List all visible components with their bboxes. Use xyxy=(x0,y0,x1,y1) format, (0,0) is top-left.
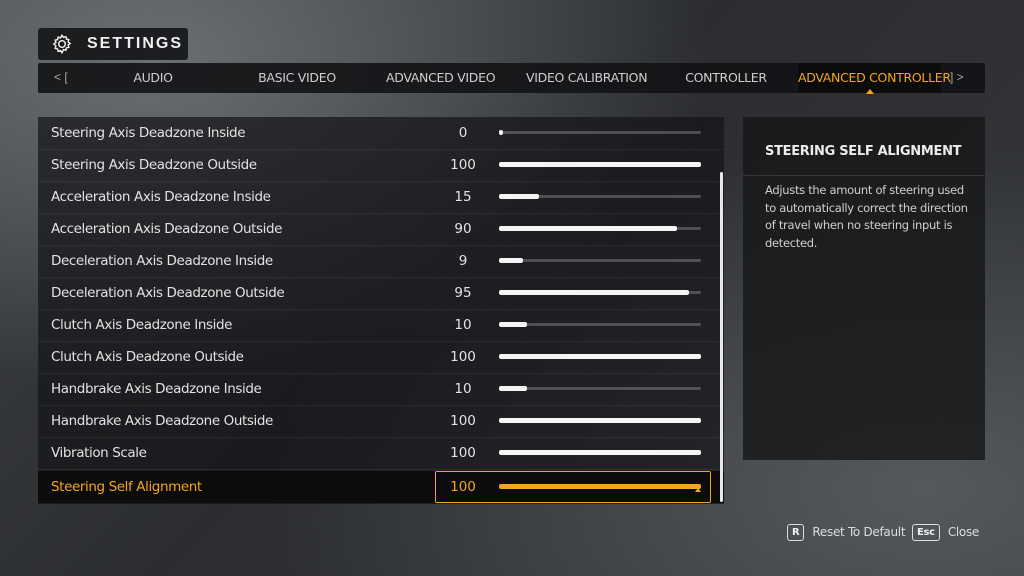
setting-slider[interactable] xyxy=(499,450,701,455)
description-title: STEERING SELF ALIGNMENT xyxy=(765,144,962,159)
setting-label: Handbrake Axis Deadzone Inside xyxy=(51,381,262,397)
setting-value: 100 xyxy=(450,413,476,429)
setting-label: Steering Axis Deadzone Outside xyxy=(51,157,257,173)
tab-advanced-controller[interactable]: ADVANCED CONTROLLER xyxy=(798,63,951,94)
setting-row-steering-deadzone-outside[interactable]: Steering Axis Deadzone Outside 100 xyxy=(38,149,724,182)
setting-label: Vibration Scale xyxy=(51,445,147,461)
tab-controller[interactable]: CONTROLLER xyxy=(682,63,770,93)
setting-row-handbrake-deadzone-outside[interactable]: Handbrake Axis Deadzone Outside 100 xyxy=(38,405,724,438)
slider-fill xyxy=(499,450,701,455)
setting-value: 100 xyxy=(450,157,476,173)
setting-row-steering-deadzone-inside[interactable]: Steering Axis Deadzone Inside 0 xyxy=(38,117,724,150)
tab-basic-video[interactable]: BASIC VIDEO xyxy=(250,63,344,93)
setting-value: 10 xyxy=(454,381,472,397)
slider-fill xyxy=(499,162,701,167)
setting-slider[interactable] xyxy=(499,322,701,327)
setting-slider[interactable] xyxy=(499,226,701,231)
setting-label: Steering Self Alignment xyxy=(51,479,202,495)
setting-row-deceleration-deadzone-outside[interactable]: Deceleration Axis Deadzone Outside 95 xyxy=(38,277,724,310)
slider-fill xyxy=(499,258,524,263)
slider-fill xyxy=(499,386,528,391)
setting-label: Deceleration Axis Deadzone Outside xyxy=(51,285,285,301)
setting-row-vibration-scale[interactable]: Vibration Scale 100 xyxy=(38,437,724,470)
description-text: Adjusts the amount of steering used to a… xyxy=(765,183,968,250)
gear-icon xyxy=(52,33,72,55)
slider-marker-icon xyxy=(695,488,701,492)
setting-label: Acceleration Axis Deadzone Outside xyxy=(51,221,283,237)
setting-row-acceleration-deadzone-inside[interactable]: Acceleration Axis Deadzone Inside 15 xyxy=(38,181,724,214)
setting-label: Steering Axis Deadzone Inside xyxy=(51,125,246,141)
setting-slider[interactable] xyxy=(499,484,701,489)
slider-fill xyxy=(499,484,701,489)
esc-key-icon: Esc xyxy=(912,523,940,541)
setting-row-acceleration-deadzone-outside[interactable]: Acceleration Axis Deadzone Outside 90 xyxy=(38,213,724,246)
setting-slider[interactable] xyxy=(499,162,701,167)
setting-label: Clutch Axis Deadzone Outside xyxy=(51,349,244,365)
setting-value: 100 xyxy=(450,445,476,461)
setting-row-clutch-deadzone-outside[interactable]: Clutch Axis Deadzone Outside 100 xyxy=(38,341,724,374)
tab-bar: < [ AUDIO BASIC VIDEO ADVANCED VIDEO VID… xyxy=(38,63,985,94)
tab-audio[interactable]: AUDIO xyxy=(116,63,190,93)
slider-fill xyxy=(499,290,689,295)
close-label: Close xyxy=(947,525,980,539)
setting-value: 15 xyxy=(454,189,472,205)
setting-label: Deceleration Axis Deadzone Inside xyxy=(51,253,273,269)
setting-value: 0 xyxy=(458,125,468,141)
reset-label: Reset To Default xyxy=(812,525,906,539)
slider-fill xyxy=(499,354,701,359)
setting-value: 10 xyxy=(454,317,472,333)
setting-row-clutch-deadzone-inside[interactable]: Clutch Axis Deadzone Inside 10 xyxy=(38,309,724,342)
setting-row-steering-self-alignment[interactable]: Steering Self Alignment 100 xyxy=(38,471,724,503)
slider-fill xyxy=(499,418,701,423)
tab-advanced-controller-label: ADVANCED CONTROLLER xyxy=(798,70,951,85)
setting-label: Acceleration Axis Deadzone Inside xyxy=(51,189,271,205)
settings-list: Steering Axis Deadzone Inside 0 Steering… xyxy=(38,117,724,504)
setting-value: 90 xyxy=(454,221,472,237)
setting-slider[interactable] xyxy=(499,290,701,295)
setting-label: Clutch Axis Deadzone Inside xyxy=(51,317,233,333)
setting-value: 9 xyxy=(458,253,468,269)
settings-header: SETTINGS xyxy=(38,28,188,60)
setting-row-handbrake-deadzone-inside[interactable]: Handbrake Axis Deadzone Inside 10 xyxy=(38,373,724,406)
next-tab-button[interactable]: ] > xyxy=(950,70,964,84)
tab-video-calibration[interactable]: VIDEO CALIBRATION xyxy=(526,63,648,93)
setting-slider[interactable] xyxy=(499,386,701,391)
r-key-icon: R xyxy=(787,523,805,541)
slider-fill xyxy=(499,322,528,327)
setting-slider[interactable] xyxy=(499,354,701,359)
reset-to-default-button[interactable]: R Reset To Default xyxy=(787,522,906,542)
slider-fill xyxy=(499,130,504,135)
tab-advanced-video[interactable]: ADVANCED VIDEO xyxy=(386,63,496,93)
setting-row-deceleration-deadzone-inside[interactable]: Deceleration Axis Deadzone Inside 9 xyxy=(38,245,724,278)
description-panel: STEERING SELF ALIGNMENT Adjusts the amou… xyxy=(743,117,985,460)
active-tab-caret-icon xyxy=(865,89,874,94)
setting-value: 100 xyxy=(450,349,476,365)
setting-slider[interactable] xyxy=(499,194,701,199)
prev-tab-button[interactable]: < [ xyxy=(54,70,68,84)
setting-slider[interactable] xyxy=(499,418,701,423)
close-button[interactable]: Esc Close xyxy=(912,522,979,542)
list-scrollbar[interactable] xyxy=(720,172,723,502)
setting-value: 100 xyxy=(450,479,476,495)
setting-value: 95 xyxy=(454,285,472,301)
page-title: SETTINGS xyxy=(87,35,184,52)
slider-fill xyxy=(499,194,540,199)
setting-slider[interactable] xyxy=(499,258,701,263)
setting-label: Handbrake Axis Deadzone Outside xyxy=(51,413,273,429)
description-divider xyxy=(743,175,985,176)
setting-slider[interactable] xyxy=(499,130,701,135)
slider-fill xyxy=(499,226,677,231)
